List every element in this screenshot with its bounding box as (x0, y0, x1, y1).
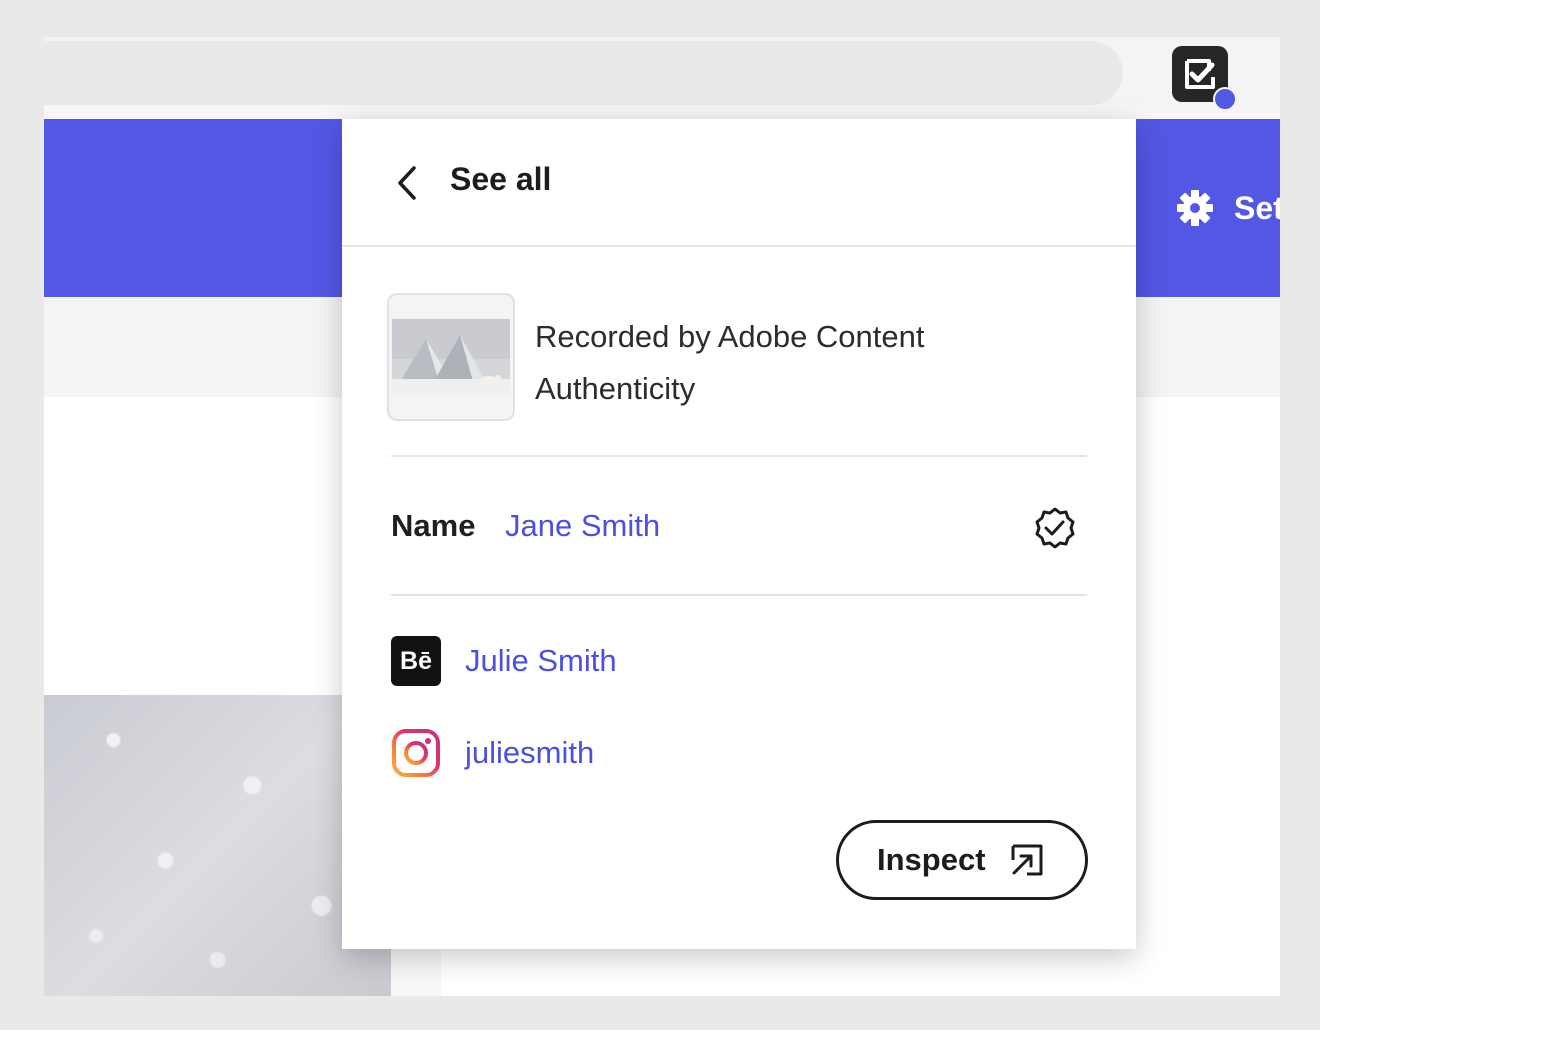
popup-header: See all (342, 119, 1136, 247)
name-value[interactable]: Jane Smith (505, 508, 660, 544)
behance-handle: Julie Smith (465, 643, 617, 678)
content-credentials-popup: See all Recorded by Adobe Content Authen… (342, 119, 1136, 949)
recorded-by-text: Recorded by Adobe Content Authenticity (535, 319, 925, 406)
instagram-icon (391, 728, 441, 778)
instagram-handle: juliesmith (465, 735, 595, 770)
open-external-icon (1011, 844, 1043, 876)
instagram-account-link[interactable]: juliesmith (391, 727, 594, 779)
settings-link[interactable]: Set (1176, 189, 1280, 227)
back-button[interactable] (392, 163, 424, 203)
pyramids-thumbnail-image (392, 319, 510, 395)
gear-icon (1177, 190, 1213, 226)
name-label: Name (391, 508, 476, 543)
chevron-left-icon (398, 166, 416, 200)
verified-badge-icon (1035, 507, 1075, 549)
inspect-button[interactable]: Inspect (836, 820, 1088, 900)
divider (391, 455, 1087, 457)
address-bar[interactable] (44, 41, 1123, 105)
behance-account-link[interactable]: Bē Julie Smith (391, 635, 617, 687)
divider (391, 594, 1087, 596)
snow-image[interactable] (44, 695, 391, 996)
image-thumbnail (387, 293, 515, 421)
popup-title[interactable]: See all (450, 161, 551, 198)
name-row: Name Jane Smith (391, 506, 1087, 550)
settings-label: Set (1234, 189, 1280, 226)
behance-icon: Bē (391, 636, 441, 686)
notification-dot (1213, 87, 1237, 111)
browser-toolbar (44, 37, 1280, 111)
inspect-label: Inspect (877, 842, 986, 877)
content-credentials-extension-button[interactable] (1172, 46, 1237, 111)
checkmark-icon (1185, 59, 1215, 89)
